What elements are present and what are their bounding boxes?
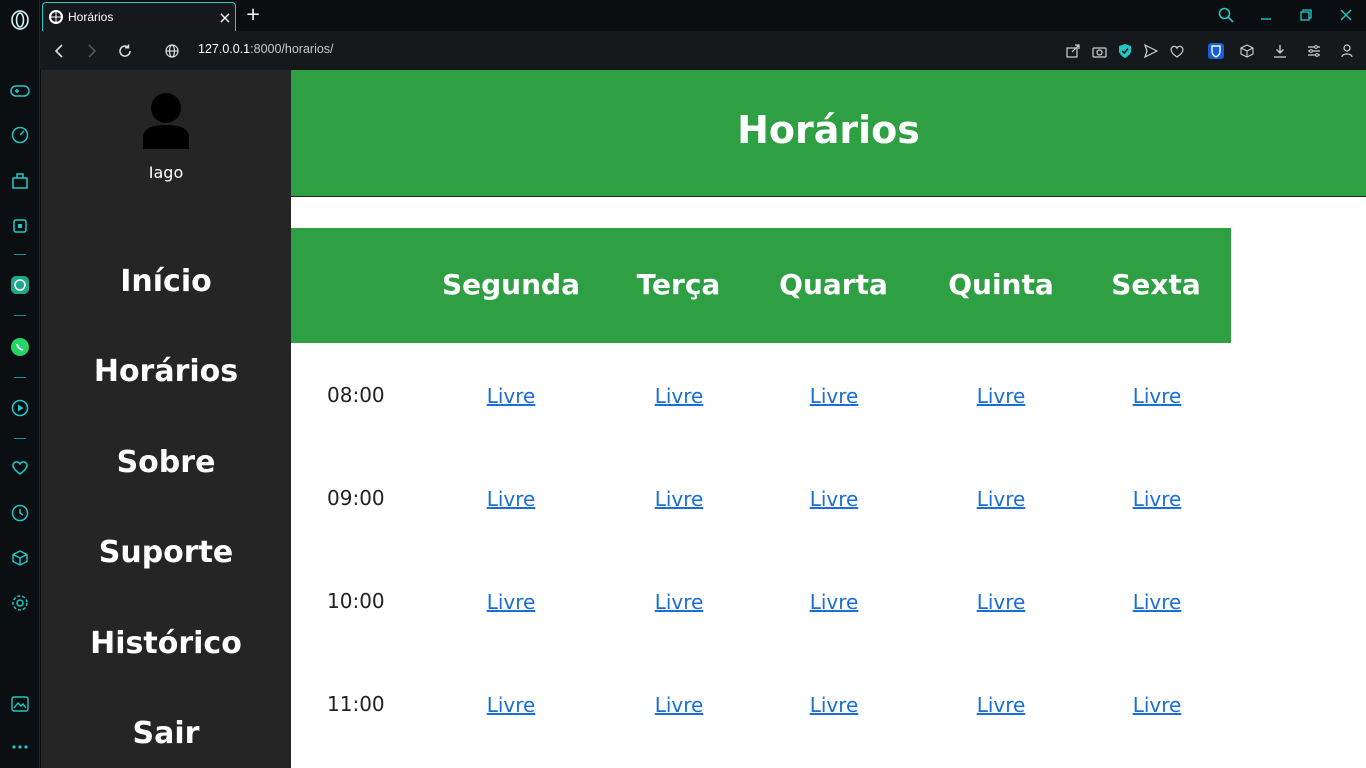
heart-icon[interactable]: [8, 456, 32, 480]
minimize-icon[interactable]: [1251, 4, 1281, 26]
menu-item-sobre[interactable]: Sobre: [41, 445, 291, 480]
slot-link[interactable]: Livre: [804, 590, 864, 614]
slot-link[interactable]: Livre: [481, 487, 541, 511]
rail-separator: [14, 438, 26, 439]
globe-favicon-icon: [49, 10, 63, 24]
profile-icon[interactable]: [1337, 41, 1357, 61]
tab-strip: Horários × +: [40, 0, 1366, 31]
slot-link[interactable]: Livre: [649, 384, 709, 408]
store-icon[interactable]: [8, 169, 32, 193]
whatsapp-icon[interactable]: [8, 335, 32, 359]
bitwarden-icon[interactable]: [1206, 41, 1226, 61]
site-info-globe-icon[interactable]: [160, 39, 184, 63]
slot-link[interactable]: Livre: [971, 590, 1031, 614]
slot-link[interactable]: Livre: [804, 384, 864, 408]
reload-icon[interactable]: [113, 39, 137, 63]
slot-link[interactable]: Livre: [481, 693, 541, 717]
camera-icon[interactable]: [1089, 41, 1109, 61]
adblock-shield-icon[interactable]: [1115, 41, 1135, 61]
settings-gear-icon[interactable]: [8, 591, 32, 615]
menu-item-historico[interactable]: Histórico: [41, 626, 291, 661]
slot-link[interactable]: Livre: [649, 487, 709, 511]
send-icon[interactable]: [1141, 41, 1161, 61]
address-bar: 127.0.0.1:8000/horarios/: [40, 31, 1366, 70]
page-title: Horários: [737, 108, 920, 152]
rail-separator: [14, 254, 26, 255]
page-header: Horários: [291, 70, 1366, 197]
menu-item-horarios[interactable]: Horários: [41, 354, 291, 389]
time-label: 09:00: [327, 486, 385, 510]
restore-icon[interactable]: [1291, 4, 1321, 26]
slot-link[interactable]: Livre: [971, 487, 1031, 511]
cube-icon[interactable]: [8, 546, 32, 570]
gamepad-icon[interactable]: [8, 79, 32, 103]
chatgpt-icon[interactable]: [8, 273, 32, 297]
history-clock-icon[interactable]: [8, 501, 32, 525]
speedometer-icon[interactable]: [8, 123, 32, 147]
time-label: 08:00: [327, 383, 385, 407]
day-header-terca: Terça: [636, 268, 721, 301]
share-icon[interactable]: [1063, 41, 1083, 61]
slot-link[interactable]: Livre: [649, 590, 709, 614]
url-path: :8000/horarios/: [250, 42, 334, 56]
download-icon[interactable]: [1270, 41, 1290, 61]
tab-close-icon[interactable]: ×: [215, 8, 235, 27]
day-header-segunda: Segunda: [441, 268, 580, 301]
slot-link[interactable]: Livre: [971, 384, 1031, 408]
back-icon[interactable]: [47, 39, 71, 63]
slot-link[interactable]: Livre: [971, 693, 1031, 717]
time-label: 11:00: [327, 692, 385, 716]
day-header-sexta: Sexta: [1111, 268, 1201, 301]
more-options-icon[interactable]: [8, 735, 32, 759]
search-icon[interactable]: [1211, 4, 1241, 26]
browser-sidebar: [0, 0, 40, 768]
slot-link[interactable]: Livre: [804, 487, 864, 511]
menu-item-sair[interactable]: Sair: [41, 716, 291, 751]
url-field[interactable]: 127.0.0.1:8000/horarios/: [198, 42, 334, 56]
menu-item-suporte[interactable]: Suporte: [41, 535, 291, 570]
slot-link[interactable]: Livre: [481, 384, 541, 408]
player-icon[interactable]: [8, 396, 32, 420]
tab-title: Horários: [68, 10, 114, 24]
wallpaper-icon[interactable]: [8, 692, 32, 716]
slot-link[interactable]: Livre: [1127, 590, 1187, 614]
rail-separator: [14, 315, 26, 316]
slot-link[interactable]: Livre: [649, 693, 709, 717]
day-header-quarta: Quarta: [779, 268, 888, 301]
user-name: Iago: [148, 163, 184, 182]
avatar-icon: [140, 92, 192, 150]
bookmark-heart-icon[interactable]: [1167, 41, 1187, 61]
menu-item-inicio[interactable]: Início: [41, 264, 291, 299]
app-sidebar: Iago Início Horários Sobre Suporte Histó…: [41, 70, 291, 768]
url-host: 127.0.0.1: [198, 42, 251, 56]
opera-logo-icon[interactable]: [8, 8, 32, 32]
new-tab-button[interactable]: +: [243, 4, 263, 25]
easy-setup-icon[interactable]: [1304, 41, 1324, 61]
tab-horarios[interactable]: Horários ×: [42, 2, 236, 31]
slot-link[interactable]: Livre: [804, 693, 864, 717]
day-header-quinta: Quinta: [948, 268, 1054, 301]
page-content: Iago Início Horários Sobre Suporte Histó…: [41, 70, 1366, 768]
forward-icon[interactable]: [80, 39, 104, 63]
time-label: 10:00: [327, 589, 385, 613]
schedule-header-row: Segunda Terça Quarta Quinta Sexta: [291, 228, 1231, 343]
slot-link[interactable]: Livre: [1127, 487, 1187, 511]
close-window-icon[interactable]: [1331, 4, 1361, 26]
slot-link[interactable]: Livre: [1127, 693, 1187, 717]
slot-link[interactable]: Livre: [481, 590, 541, 614]
extensions-cube-icon[interactable]: [1237, 41, 1257, 61]
slot-link[interactable]: Livre: [1127, 384, 1187, 408]
hardware-icon[interactable]: [8, 214, 32, 238]
rail-separator: [14, 377, 26, 378]
